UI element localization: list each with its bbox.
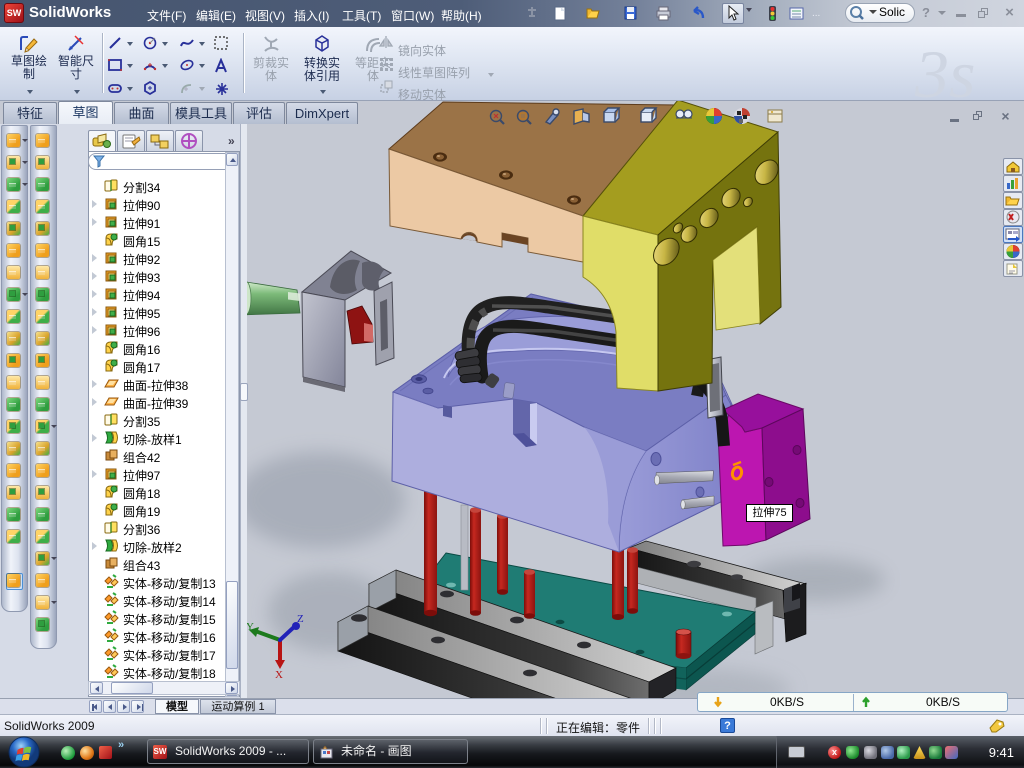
svg-text:X: X <box>275 669 283 681</box>
svg-text:Y: Y <box>247 621 254 633</box>
svg-text:Z: Z <box>297 613 304 625</box>
